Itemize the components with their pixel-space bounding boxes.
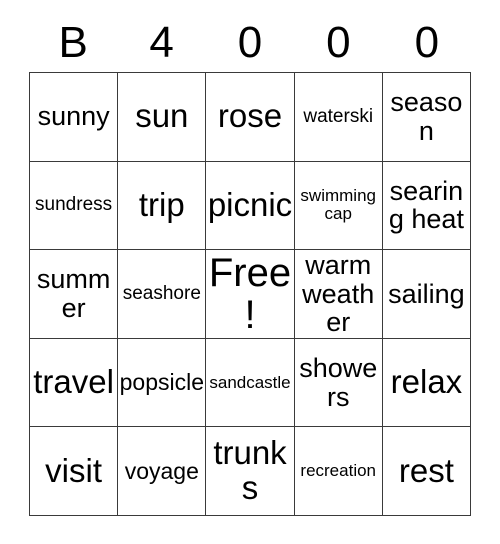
bingo-cell-r1c3[interactable]: rose: [206, 73, 295, 162]
bingo-row: travel popsicle sandcastle showers relax: [30, 338, 472, 428]
bingo-cell-r5c4[interactable]: recreation: [294, 427, 383, 516]
bingo-grid: sunny sun rose waterski season sundress …: [29, 72, 472, 516]
bingo-cell-label: trip: [138, 185, 185, 223]
bingo-cell-r5c2[interactable]: voyage: [118, 427, 207, 516]
free-space-label: Free!: [208, 250, 292, 337]
bingo-cell-r2c1[interactable]: sundress: [30, 161, 119, 251]
bingo-cell-label: sailing: [388, 278, 465, 309]
bingo-cell-label: popsicle: [119, 369, 204, 396]
bingo-cell-label: showers: [299, 352, 378, 412]
bingo-cell-r3c2[interactable]: seashore: [118, 250, 207, 339]
bingo-cell-label: warm weather: [302, 250, 375, 338]
bingo-cell-label: rose: [217, 97, 283, 135]
bingo-cell-r1c5[interactable]: season: [382, 73, 472, 162]
bingo-cell-r3c1[interactable]: summer: [30, 250, 119, 339]
bingo-row: visit voyage trunks recreation rest: [30, 427, 472, 516]
bingo-cell-r2c2[interactable]: trip: [118, 161, 207, 251]
bingo-cell-label: summer: [36, 264, 111, 323]
bingo-cell-r2c4[interactable]: swimming cap: [294, 161, 383, 251]
bingo-row: sunny sun rose waterski season: [30, 73, 472, 162]
bingo-cell-label: waterski: [303, 105, 374, 127]
bingo-cell-r4c4[interactable]: showers: [294, 338, 383, 428]
bingo-cell-r5c1[interactable]: visit: [30, 427, 119, 516]
bingo-cell-label: sundress: [35, 194, 113, 216]
bingo-header-row: B 4 0 0 0: [29, 14, 471, 72]
bingo-cell-r5c5[interactable]: rest: [382, 427, 472, 516]
bingo-cell-r2c5[interactable]: searing heat: [382, 161, 472, 251]
bingo-cell-label: visit: [45, 451, 103, 489]
bingo-cell-r2c3[interactable]: picnic: [206, 161, 295, 251]
header-letter-0: B: [58, 18, 88, 67]
bingo-cell-r1c2[interactable]: sun: [118, 73, 207, 162]
bingo-cell-label: voyage: [124, 457, 199, 484]
bingo-cell-label: swimming cap: [300, 186, 376, 224]
bingo-cell-r3c5[interactable]: sailing: [382, 250, 472, 339]
bingo-cell-label: travel: [33, 363, 114, 401]
header-letter-3: 0: [326, 18, 351, 67]
bingo-cell-label: relax: [390, 363, 463, 401]
header-letter-4: 0: [414, 18, 440, 67]
bingo-cell-label: recreation: [300, 461, 377, 481]
bingo-cell-label: seashore: [122, 282, 201, 304]
bingo-cell-label: sunny: [37, 101, 110, 132]
bingo-cell-label: searing heat: [388, 175, 464, 235]
header-letter-2: 0: [237, 18, 263, 67]
bingo-card: B 4 0 0 0 sunny sun rose waterski season…: [0, 0, 500, 544]
bingo-cell-free-space[interactable]: Free!: [206, 250, 295, 339]
bingo-cell-label: rest: [398, 451, 454, 489]
bingo-row: sundress trip picnic swimming cap searin…: [30, 161, 472, 251]
bingo-cell-label: season: [390, 87, 463, 146]
bingo-cell-r4c2[interactable]: popsicle: [118, 338, 207, 428]
bingo-cell-r4c3[interactable]: sandcastle: [206, 338, 295, 428]
bingo-cell-r3c4[interactable]: warm weather: [294, 250, 383, 339]
bingo-cell-r1c1[interactable]: sunny: [30, 73, 119, 162]
bingo-row: summer seashore Free! warm weather saili…: [30, 250, 472, 339]
bingo-cell-r4c1[interactable]: travel: [30, 338, 119, 428]
bingo-cell-label: sun: [135, 97, 189, 135]
bingo-cell-r5c3[interactable]: trunks: [206, 427, 295, 516]
bingo-cell-label: picnic: [207, 185, 293, 223]
header-letter-1: 4: [149, 18, 174, 67]
bingo-cell-label: trunks: [213, 434, 287, 507]
bingo-cell-r1c4[interactable]: waterski: [294, 73, 383, 162]
bingo-cell-label: sandcastle: [209, 372, 291, 392]
bingo-cell-r4c5[interactable]: relax: [382, 338, 472, 428]
